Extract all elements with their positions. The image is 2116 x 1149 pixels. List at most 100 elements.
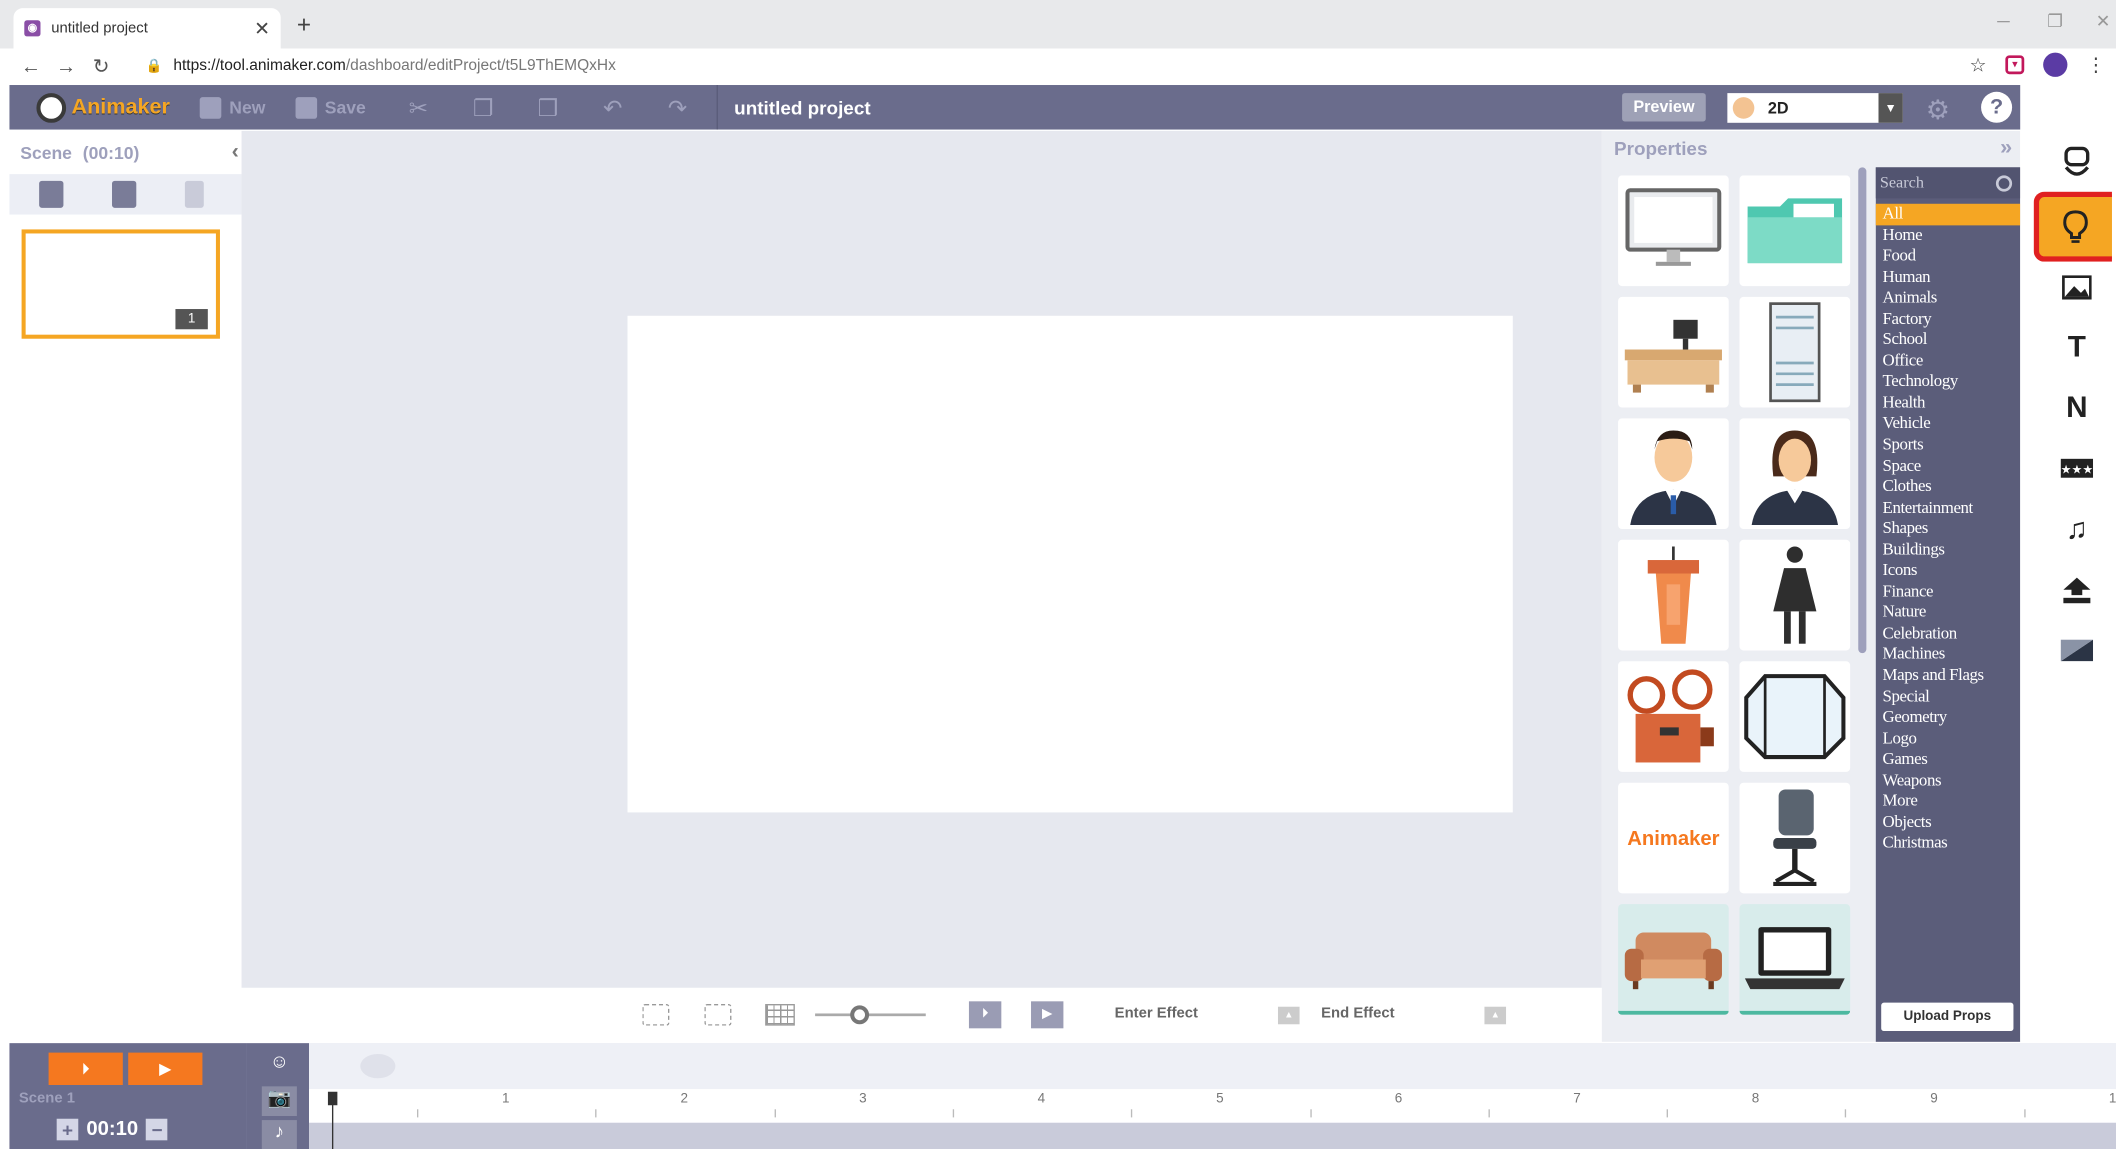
category-item[interactable]: More <box>1876 791 2020 812</box>
folder-prop[interactable] <box>1739 175 1851 287</box>
category-item[interactable]: Technology <box>1876 372 2020 393</box>
redo-icon[interactable]: ↷ <box>665 95 689 121</box>
desk-prop[interactable] <box>1618 296 1729 408</box>
category-item[interactable]: Health <box>1876 393 2020 414</box>
visibility-eye-icon[interactable] <box>360 1053 396 1079</box>
category-item[interactable]: Finance <box>1876 581 2020 602</box>
category-item[interactable]: Clothes <box>1876 477 2020 498</box>
laptop-prop[interactable] <box>1739 904 1851 1015</box>
category-item[interactable]: Machines <box>1876 644 2020 665</box>
category-item[interactable]: Office <box>1876 351 2020 372</box>
category-item[interactable]: Nature <box>1876 602 2020 623</box>
end-effect-label[interactable]: End Effect <box>1321 1005 1394 1021</box>
play-scene-button[interactable]: ▶ <box>128 1052 203 1085</box>
businesswoman-prop[interactable] <box>1739 418 1851 530</box>
new-tab-icon[interactable]: + <box>297 11 311 39</box>
display-case-prop[interactable] <box>1739 661 1851 772</box>
collapse-sidebar-icon[interactable]: ‹ <box>232 140 239 164</box>
fit-screen-icon[interactable] <box>704 1004 732 1026</box>
collapse-panel-icon[interactable]: » <box>2000 136 2012 160</box>
zoom-slider-knob[interactable] <box>849 1005 869 1025</box>
cut-icon[interactable]: ✂ <box>406 95 430 121</box>
numbers-icon[interactable]: N <box>2044 378 2109 437</box>
category-item[interactable]: All <box>1875 203 2021 225</box>
text-icon[interactable]: T <box>2044 317 2109 376</box>
characters-icon[interactable] <box>2044 134 2109 193</box>
help-icon[interactable]: ? <box>1981 91 2013 123</box>
bookmark-star-icon[interactable]: ☆ <box>1970 53 1987 76</box>
props-search-input[interactable]: Search <box>1875 167 2021 199</box>
scene-thumbnail[interactable]: 1 <box>21 229 220 339</box>
stage-canvas[interactable] <box>627 315 1513 813</box>
preview-button[interactable]: Preview <box>1622 93 1706 122</box>
animaker-logo-prop[interactable]: Animaker <box>1618 782 1729 894</box>
music-track-icon[interactable]: ♪ <box>261 1120 297 1149</box>
category-item[interactable]: Human <box>1876 267 2020 288</box>
backgrounds-icon[interactable] <box>2044 258 2109 317</box>
category-item[interactable]: Space <box>1876 456 2020 477</box>
podium-prop[interactable] <box>1618 539 1729 651</box>
new-button[interactable]: New <box>199 96 265 119</box>
character-track-icon[interactable]: ☺ <box>262 1050 297 1080</box>
sofa-prop[interactable] <box>1618 904 1729 1015</box>
category-item[interactable]: Factory <box>1876 309 2020 330</box>
businessman-prop[interactable] <box>1618 418 1729 530</box>
url-field[interactable]: 🔒 https://tool.animaker.com/dashboard/edi… <box>146 58 616 74</box>
reload-icon[interactable]: ↻ <box>84 54 119 78</box>
camera-track-icon[interactable]: 📷 <box>261 1086 297 1117</box>
project-title[interactable]: untitled project <box>734 96 870 118</box>
search-icon[interactable] <box>1995 174 2013 191</box>
play-scene-from-start-button[interactable]: ⏵ <box>48 1052 123 1085</box>
category-item[interactable]: Buildings <box>1876 539 2020 560</box>
category-item[interactable]: Maps and Flags <box>1876 665 2020 686</box>
category-item[interactable]: Games <box>1876 749 2020 770</box>
category-item[interactable]: Logo <box>1876 728 2020 749</box>
category-item[interactable]: School <box>1876 330 2020 351</box>
paste-icon[interactable]: ❒ <box>536 95 560 121</box>
animaker-logo[interactable]: Animaker <box>36 92 170 123</box>
office-chair-prop[interactable] <box>1739 782 1851 894</box>
category-item[interactable]: Food <box>1876 246 2020 267</box>
minimize-icon[interactable]: ─ <box>1997 11 2009 31</box>
category-item[interactable]: Special <box>1876 686 2020 707</box>
category-item[interactable]: Celebration <box>1876 623 2020 644</box>
increase-duration-button[interactable]: + <box>56 1118 79 1140</box>
center-object-icon[interactable] <box>642 1004 670 1026</box>
play-icon[interactable]: ▶ <box>1031 1001 1064 1029</box>
menu-dots-icon[interactable]: ⋮ <box>2086 53 2105 76</box>
category-item[interactable]: Shapes <box>1876 518 2020 539</box>
save-button[interactable]: Save <box>295 96 366 119</box>
close-tab-icon[interactable]: ✕ <box>254 17 270 40</box>
end-effect-dropdown-icon[interactable]: ▲ <box>1484 1006 1507 1025</box>
category-item[interactable]: Icons <box>1876 560 2020 581</box>
undo-icon[interactable]: ↶ <box>601 95 625 121</box>
category-item[interactable]: Objects <box>1876 812 2020 833</box>
enter-effect-dropdown-icon[interactable]: ▲ <box>1277 1006 1300 1025</box>
woman-sign-prop[interactable] <box>1739 539 1851 651</box>
back-icon[interactable]: ← <box>13 55 48 78</box>
restore-icon[interactable]: ❐ <box>2047 11 2063 33</box>
server-prop[interactable] <box>1739 296 1851 408</box>
color-icon[interactable] <box>2044 621 2109 680</box>
props-tab[interactable] <box>2033 191 2112 262</box>
upload-icon[interactable] <box>2044 560 2109 619</box>
copy-icon[interactable]: ❐ <box>471 95 495 121</box>
category-item[interactable]: Vehicle <box>1876 414 2020 435</box>
dimension-select[interactable]: 2D ▼ <box>1727 93 1903 123</box>
category-item[interactable]: Entertainment <box>1876 498 2020 519</box>
zoom-slider[interactable] <box>815 1005 926 1025</box>
decrease-duration-button[interactable]: − <box>146 1118 168 1140</box>
music-icon[interactable]: ♫ <box>2044 499 2109 558</box>
monitor-prop[interactable] <box>1618 175 1729 287</box>
grid-toggle-icon[interactable] <box>765 1004 795 1026</box>
category-item[interactable]: Christmas <box>1876 833 2020 854</box>
forward-icon[interactable]: → <box>49 55 84 78</box>
settings-gear-icon[interactable]: ⚙ <box>1926 93 1950 127</box>
enter-effect-label[interactable]: Enter Effect <box>1115 1005 1198 1021</box>
category-item[interactable]: Geometry <box>1876 707 2020 728</box>
close-window-icon[interactable]: ✕ <box>2096 11 2111 33</box>
browser-tab[interactable]: ◉ untitled project ✕ <box>13 8 281 49</box>
extension-icon[interactable]: ▾ <box>2005 55 2025 75</box>
add-scene-icon[interactable] <box>39 180 64 208</box>
profile-avatar[interactable] <box>2043 52 2068 77</box>
